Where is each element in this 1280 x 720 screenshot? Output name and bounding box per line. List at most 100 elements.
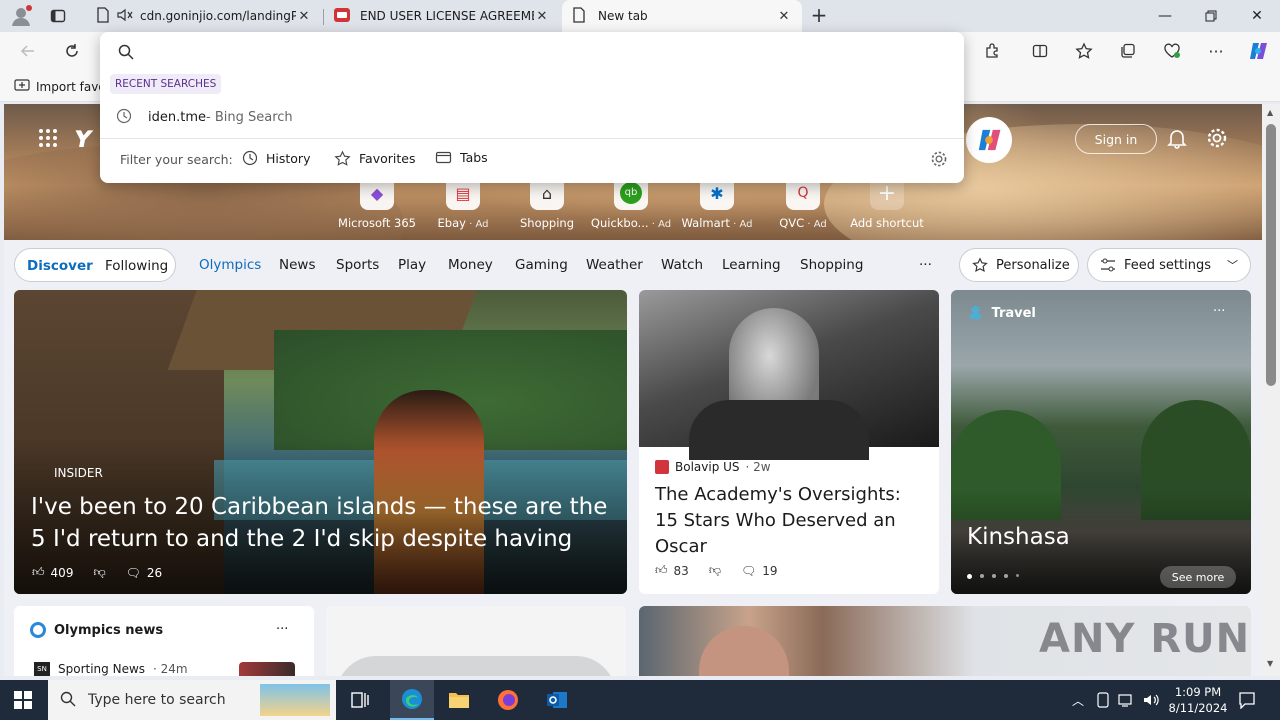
favorites-star-icon[interactable]: [1070, 38, 1098, 64]
apps-grid-icon[interactable]: [38, 128, 58, 153]
taskbar-search-box[interactable]: Type here to search: [48, 680, 336, 720]
windows-start-icon[interactable]: [14, 691, 32, 712]
feed-card-placeholder[interactable]: [326, 606, 626, 676]
nav-news[interactable]: News: [279, 257, 315, 273]
thumbs-up-icon[interactable]: 👍︎: [655, 563, 668, 578]
new-tab-plus-icon[interactable]: +: [808, 5, 830, 27]
ad-badge: · Ad: [804, 219, 827, 230]
nav-money[interactable]: Money: [448, 257, 493, 273]
tab-new-tab[interactable]: New tab ✕: [562, 0, 802, 32]
feed-settings-label: Feed settings: [1124, 257, 1211, 273]
see-more-button[interactable]: See more: [1160, 566, 1236, 588]
tab-following[interactable]: Following: [105, 258, 168, 274]
more-menu-icon[interactable]: ···: [1202, 38, 1230, 64]
shortcut-qvc[interactable]: Q QVC · Ad: [760, 176, 846, 230]
import-favorites-link[interactable]: Import favo: [14, 78, 106, 95]
thumbs-down-icon[interactable]: 👎︎: [709, 563, 721, 578]
edge-taskbar-icon[interactable]: [390, 680, 434, 720]
close-window-icon[interactable]: ✕: [1234, 0, 1280, 32]
scrollbar-thumb[interactable]: [1266, 124, 1276, 386]
close-icon[interactable]: ✕: [296, 9, 312, 24]
notifications-icon[interactable]: [1238, 691, 1256, 712]
nav-learning[interactable]: Learning: [722, 257, 781, 273]
nav-olympics[interactable]: Olympics: [199, 257, 261, 273]
scroll-down-arrow-icon[interactable]: ▼: [1267, 659, 1273, 668]
nav-weather[interactable]: Weather: [586, 257, 643, 273]
card-title[interactable]: Kinshasa: [967, 524, 1070, 550]
tab-actions-icon[interactable]: [50, 8, 70, 24]
speaker-icon[interactable]: [116, 7, 140, 26]
nav-gaming[interactable]: Gaming: [515, 257, 568, 273]
card-headline[interactable]: I've been to 20 Caribbean islands — thes…: [31, 491, 621, 555]
tray-device-icon[interactable]: [1096, 692, 1110, 711]
scroll-up-arrow-icon[interactable]: ▲: [1267, 108, 1273, 117]
comment-icon[interactable]: 🗨︎: [741, 564, 756, 578]
thumbs-down-icon[interactable]: 👎︎: [93, 565, 105, 580]
page-scrollbar[interactable]: ▲ ▼: [1262, 104, 1280, 676]
comment-icon[interactable]: 🗨︎: [126, 566, 141, 580]
star-icon: [334, 150, 351, 166]
copilot-icon[interactable]: [1244, 38, 1272, 64]
card-more-icon[interactable]: ···: [1213, 304, 1225, 319]
restore-icon[interactable]: [1188, 0, 1234, 32]
network-icon[interactable]: [1118, 692, 1136, 711]
shortcut-ebay[interactable]: ▤ Ebay · Ad: [420, 176, 506, 230]
minimize-icon[interactable]: —: [1142, 0, 1188, 32]
shortcut-microsoft-365[interactable]: ◆ Microsoft 365: [334, 176, 420, 230]
card-headline[interactable]: The Academy's Oversights: 15 Stars Who D…: [655, 482, 927, 560]
firefox-icon[interactable]: [497, 689, 519, 714]
news-thumbnail[interactable]: [239, 662, 295, 676]
task-view-icon[interactable]: [350, 690, 370, 713]
close-icon[interactable]: ✕: [534, 9, 550, 24]
red-app-icon: [334, 7, 360, 25]
collections-icon[interactable]: [1114, 38, 1142, 64]
copilot-button[interactable]: [966, 117, 1012, 163]
shortcut-add[interactable]: + Add shortcut: [844, 176, 930, 230]
sporting-news-logo: SN: [34, 662, 50, 676]
tray-chevron-up-icon[interactable]: ︿: [1072, 692, 1084, 709]
clock[interactable]: 1:09 PM 8/11/2024: [1168, 684, 1228, 716]
feed-card-travel[interactable]: 🏝︎ Travel ··· Kinshasa See more: [951, 290, 1251, 594]
settings-gear-icon[interactable]: [1206, 127, 1228, 152]
profile-avatar[interactable]: [10, 5, 34, 27]
nav-play[interactable]: Play: [398, 257, 426, 273]
sign-in-button[interactable]: Sign in: [1075, 124, 1157, 154]
thumbs-up-icon[interactable]: 👍︎: [32, 565, 45, 580]
filter-favorites-button[interactable]: Favorites: [334, 150, 415, 167]
performance-heart-icon[interactable]: [1158, 38, 1186, 64]
recent-search-item[interactable]: iden.tme - Bing Search: [100, 102, 964, 132]
nav-watch[interactable]: Watch: [661, 257, 703, 273]
refresh-icon[interactable]: [58, 38, 86, 64]
feed-card-people[interactable]: ANY RUN: [639, 606, 1251, 676]
feed-card-oscar[interactable]: Bolavip US · 2w The Academy's Oversights…: [639, 290, 939, 594]
recent-query: iden.tme: [148, 109, 206, 125]
feed-card-caribbean[interactable]: INSIDER I've been to 20 Caribbean island…: [14, 290, 627, 594]
outlook-icon[interactable]: [546, 689, 568, 714]
omnibox-settings-gear-icon[interactable]: [930, 150, 948, 171]
address-input[interactable]: [144, 38, 944, 66]
close-icon[interactable]: ✕: [776, 9, 792, 24]
new-tab-page: ʏ Sign in ◆ Microsoft 365 ▤ Ebay · Ad ⌂ …: [4, 104, 1262, 676]
filter-history-button[interactable]: History: [242, 150, 310, 166]
notifications-bell-icon[interactable]: [1166, 127, 1188, 152]
personalize-button[interactable]: Personalize: [959, 248, 1079, 282]
nav-shopping[interactable]: Shopping: [800, 257, 863, 273]
split-screen-icon[interactable]: [1026, 38, 1054, 64]
feed-settings-button[interactable]: Feed settings ﹀: [1087, 248, 1251, 282]
tab-discover[interactable]: Discover: [27, 258, 93, 274]
nav-more-icon[interactable]: ···: [919, 257, 932, 273]
tab-eula[interactable]: END USER LICENSE AGREEMENT ✕: [324, 0, 560, 32]
travel-palm-icon: 🏝︎: [967, 306, 984, 321]
card-more-icon[interactable]: ···: [276, 622, 288, 637]
shortcut-shopping[interactable]: ⌂ Shopping: [504, 176, 590, 230]
nav-sports[interactable]: Sports: [336, 257, 379, 273]
tab-goninjio[interactable]: cdn.goninjio.com/landingP ✕: [86, 0, 322, 32]
shortcut-quickbooks[interactable]: qb Quickbo... · Ad: [588, 176, 674, 230]
extensions-icon[interactable]: [978, 38, 1006, 64]
filter-tabs-button[interactable]: Tabs: [435, 150, 488, 165]
file-explorer-icon[interactable]: [448, 690, 470, 713]
volume-icon[interactable]: [1142, 692, 1160, 711]
back-icon[interactable]: [14, 38, 42, 64]
shortcut-walmart[interactable]: ✱ Walmart · Ad: [674, 176, 760, 230]
ad-badge: · Ad: [465, 219, 489, 230]
